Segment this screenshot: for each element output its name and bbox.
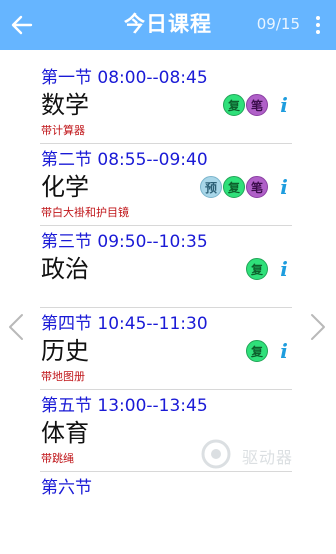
review-badge[interactable]: 复 bbox=[223, 176, 245, 198]
lesson-period: 第四节 10:45--11:30 bbox=[41, 314, 208, 334]
info-icon[interactable]: i bbox=[276, 94, 292, 116]
lesson-period: 第五节 13:00--13:45 bbox=[41, 396, 208, 416]
lesson-badges: 预 复 笔 i bbox=[199, 176, 292, 198]
preview-badge[interactable]: 预 bbox=[200, 176, 222, 198]
lesson-subject: 历史 bbox=[41, 337, 89, 365]
watermark-text: 驱动器 bbox=[242, 448, 294, 467]
lesson-subject: 化学 bbox=[41, 173, 89, 201]
lesson-note: 带白大褂和护目镜 bbox=[41, 206, 129, 219]
lesson-note: 带跳绳 bbox=[41, 452, 74, 465]
info-icon[interactable]: i bbox=[276, 340, 292, 362]
lesson-subject: 体育 bbox=[41, 419, 89, 447]
lesson-row-6[interactable]: 第六节 bbox=[40, 472, 292, 554]
more-menu-button[interactable] bbox=[308, 10, 328, 40]
lesson-period: 第三节 09:50--10:35 bbox=[41, 232, 208, 252]
lesson-row-1[interactable]: 第一节 08:00--08:45 数学 带计算器 复 笔 i bbox=[40, 62, 292, 144]
lesson-badges: 复 i bbox=[245, 340, 292, 362]
lesson-note: 带计算器 bbox=[41, 124, 85, 137]
lesson-period: 第六节 bbox=[41, 478, 92, 498]
lesson-row-2[interactable]: 第二节 08:55--09:40 化学 带白大褂和护目镜 预 复 笔 i bbox=[40, 144, 292, 226]
date-label: 09/15 bbox=[256, 15, 300, 33]
app-bar: 今日课程 09/15 bbox=[0, 0, 336, 50]
info-icon[interactable]: i bbox=[276, 176, 292, 198]
review-badge[interactable]: 复 bbox=[223, 94, 245, 116]
notes-badge[interactable]: 笔 bbox=[246, 94, 268, 116]
chevron-right-icon[interactable] bbox=[308, 312, 328, 342]
chevron-left-icon[interactable] bbox=[6, 312, 26, 342]
watermark-logo-icon bbox=[201, 439, 231, 469]
lesson-badges: 复 i bbox=[245, 258, 292, 280]
lesson-period: 第二节 08:55--09:40 bbox=[41, 150, 208, 170]
lesson-note: 带地图册 bbox=[41, 370, 85, 383]
lesson-list: 第一节 08:00--08:45 数学 带计算器 复 笔 i 第二节 08:55… bbox=[40, 62, 292, 554]
lesson-badges: 复 笔 i bbox=[222, 94, 292, 116]
lesson-row-4[interactable]: 第四节 10:45--11:30 历史 带地图册 复 i bbox=[40, 308, 292, 390]
lesson-subject: 政治 bbox=[41, 255, 89, 283]
more-vertical-icon bbox=[316, 16, 320, 20]
info-icon[interactable]: i bbox=[276, 258, 292, 280]
watermark: 驱动器 bbox=[198, 436, 330, 472]
review-badge[interactable]: 复 bbox=[246, 340, 268, 362]
review-badge[interactable]: 复 bbox=[246, 258, 268, 280]
notes-badge[interactable]: 笔 bbox=[246, 176, 268, 198]
lesson-row-3[interactable]: 第三节 09:50--10:35 政治 复 i bbox=[40, 226, 292, 308]
lesson-period: 第一节 08:00--08:45 bbox=[41, 68, 208, 88]
lesson-subject: 数学 bbox=[41, 91, 89, 119]
